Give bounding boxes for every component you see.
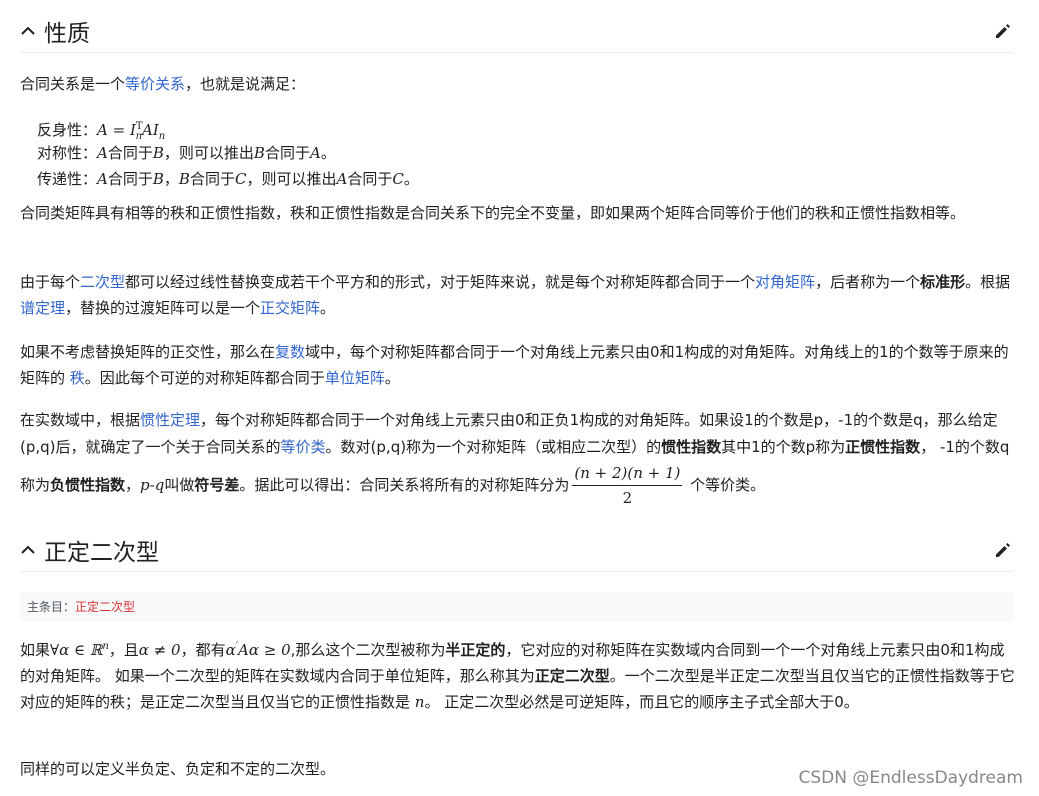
pencil-edit-icon[interactable] bbox=[993, 21, 1013, 41]
math-formula: ∀α ∈ ℝn bbox=[50, 641, 109, 659]
text: ，也就是说满足： bbox=[185, 75, 306, 93]
hatnote-label: 主条目： bbox=[27, 600, 76, 614]
paragraph-standard-form: 由于每个二次型都可以经过线性替换变成若干个平方和的形式，对于矩阵来说，就是每个对… bbox=[20, 273, 1011, 317]
section-header-positive-definite: 正定二次型 bbox=[20, 529, 1013, 572]
intro-paragraph: 合同关系是一个等价关系，也就是说满足： bbox=[20, 71, 1015, 97]
def-label: 反身性： bbox=[37, 121, 98, 139]
link-spectral-theorem[interactable]: 谱定理 bbox=[20, 299, 65, 317]
def-reflexive: 反身性：A = ITnAIn bbox=[37, 114, 419, 142]
text: 合同关系是一个 bbox=[20, 75, 126, 93]
paragraph-invariants: 合同类矩阵具有相等的秩和正惯性指数，秩和正惯性指数是合同关系下的完全不变量，即如… bbox=[20, 204, 966, 222]
section-title-positive-definite: 正定二次型 bbox=[44, 540, 159, 566]
section-header-properties: 性质 bbox=[20, 10, 1013, 53]
paragraph-real-field: 在实数域中，根据惯性定理，每个对称矩阵都合同于一个对角线上元素只由0和正负1构成… bbox=[20, 407, 1015, 510]
link-quadratic-form[interactable]: 二次型 bbox=[80, 273, 125, 291]
def-symmetric: 对称性：A合同于B，则可以推出B合同于A。 bbox=[37, 144, 336, 162]
watermark-text: CSDN @EndlessDaydream bbox=[798, 768, 1024, 788]
chevron-up-icon[interactable] bbox=[20, 23, 36, 39]
paragraph-complex-field: 如果不考虑替换矩阵的正交性，那么在复数域中，每个对称矩阵都合同于一个对角线上元素… bbox=[20, 343, 1009, 387]
link-orthogonal-matrix[interactable]: 正交矩阵 bbox=[260, 299, 320, 317]
link-equivalence-relation[interactable]: 等价关系 bbox=[125, 75, 185, 93]
chevron-up-icon[interactable] bbox=[20, 542, 36, 558]
link-inertia-theorem[interactable]: 惯性定理 bbox=[140, 411, 200, 429]
hatnote-main-article: 主条目：正定二次型 bbox=[20, 592, 1013, 622]
link-equivalence-class[interactable]: 等价类 bbox=[281, 438, 326, 456]
pencil-edit-icon[interactable] bbox=[993, 540, 1013, 560]
definition-list: 反身性：A = ITnAIn 对称性：A合同于B，则可以推出B合同于A。 传递性… bbox=[37, 114, 419, 192]
link-positive-definite-quadratic[interactable]: 正定二次型 bbox=[75, 600, 135, 614]
link-rank[interactable]: 秩 bbox=[70, 369, 85, 387]
link-complex-number[interactable]: 复数 bbox=[275, 343, 305, 361]
math-formula: α′Aα ≥ 0 bbox=[225, 641, 291, 659]
section-title-properties: 性质 bbox=[44, 21, 90, 47]
fraction-formula: (n + 2)(n + 1) 2 bbox=[572, 461, 683, 510]
def-label: 传递性： bbox=[37, 170, 98, 188]
link-diagonal-matrix[interactable]: 对角矩阵 bbox=[755, 273, 815, 291]
def-transitive: 传递性：A合同于B，B合同于C，则可以推出A合同于C。 bbox=[37, 170, 419, 188]
def-label: 对称性： bbox=[37, 144, 98, 162]
link-identity-matrix[interactable]: 单位矩阵 bbox=[325, 369, 385, 387]
math-formula: A = ITnAIn bbox=[97, 121, 166, 142]
paragraph-semi-definite: 如果∀α ∈ ℝn，且α ≠ 0，都有α′Aα ≥ 0,那么这个二次型被称为半正… bbox=[20, 641, 1015, 711]
